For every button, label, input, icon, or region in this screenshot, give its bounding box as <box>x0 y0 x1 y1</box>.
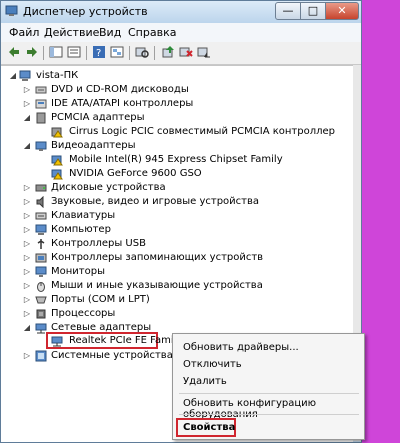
collapse-icon[interactable]: ◢ <box>23 142 31 150</box>
tree-item-label: Компьютер <box>51 224 111 235</box>
title-bar[interactable]: Диспетчер устройств — □ ✕ <box>1 1 361 23</box>
resources-view-icon[interactable] <box>110 45 124 59</box>
expand-icon[interactable]: ▷ <box>23 296 31 304</box>
expand-icon[interactable]: ▷ <box>23 86 31 94</box>
tree-root-label: vista-ПК <box>36 70 79 81</box>
collapse-icon[interactable]: ◢ <box>23 324 31 332</box>
scan-hardware-icon[interactable] <box>135 45 149 59</box>
computer-icon <box>35 224 47 235</box>
tree-child-label: Cirrus Logic PCIC совместимый PCMCIA кон… <box>69 126 335 137</box>
toolbar-separator <box>154 46 155 60</box>
expand-icon[interactable]: ▷ <box>23 254 31 262</box>
tree-item-label: DVD и CD-ROM дисководы <box>51 84 189 95</box>
menu-view[interactable]: Вид <box>99 26 121 39</box>
tree-item-label: Звуковые, видео и игровые устройства <box>51 196 260 207</box>
expand-icon[interactable]: ▷ <box>23 282 31 290</box>
toolbar-separator <box>86 46 87 60</box>
maximize-button[interactable]: □ <box>300 2 326 20</box>
collapse-icon[interactable]: ◢ <box>23 114 31 122</box>
mouse-icon <box>37 282 45 292</box>
tree-child-label: NVIDIA GeForce 9600 GSO <box>69 168 202 179</box>
tree-item-label: IDE ATA/ATAPI контроллеры <box>51 98 194 109</box>
tree-item-label: Видеоадаптеры <box>51 140 136 151</box>
sound-device-icon <box>36 196 44 208</box>
port-icon <box>35 296 47 304</box>
forward-arrow-icon[interactable] <box>25 45 39 59</box>
expand-icon[interactable]: ▷ <box>23 268 31 276</box>
usb-controller-icon <box>37 239 45 249</box>
tree-item-label: Порты (COM и LPT) <box>51 294 150 305</box>
toolbar: ? <box>1 42 361 65</box>
window-title: Диспетчер устройств <box>23 5 148 18</box>
keyboard-icon <box>35 212 47 220</box>
warning-device-icon <box>51 169 63 180</box>
tree-item-label: PCMCIA адаптеры <box>51 112 145 123</box>
dvd-drive-icon <box>35 86 47 94</box>
warning-device-icon <box>51 127 63 138</box>
ctx-uninstall[interactable]: Удалить <box>183 376 227 387</box>
tree-item-label: Системные устройства <box>51 350 173 361</box>
tree-child-label: Realtek PCIe FE Fami <box>69 335 174 346</box>
update-driver-icon[interactable] <box>161 45 175 59</box>
ctx-properties[interactable]: Свойства <box>183 422 235 433</box>
tree-item-label: Контроллеры запоминающих устройств <box>51 252 264 263</box>
tree-item-label: Процессоры <box>51 308 116 319</box>
tree-item-label: Дисковые устройства <box>51 182 166 193</box>
tree-child-label: Mobile Intel(R) 945 Express Chipset Fami… <box>69 154 283 165</box>
pcmcia-adapter-icon <box>36 112 46 124</box>
tree-item-label: Мыши и иные указывающие устройства <box>51 280 263 291</box>
expand-icon[interactable]: ▷ <box>23 198 31 206</box>
processor-icon <box>36 309 46 319</box>
disable-device-icon[interactable] <box>197 45 211 59</box>
menu-help[interactable]: Справка <box>128 26 176 39</box>
properties-panel-icon[interactable] <box>49 45 63 59</box>
close-button[interactable]: ✕ <box>325 2 359 20</box>
ctx-scan-hardware[interactable]: Обновить конфигурацию оборудования <box>183 398 364 420</box>
ctx-update-driver[interactable]: Обновить драйверы... <box>183 342 299 353</box>
tree-item-label: Контроллеры USB <box>51 238 146 249</box>
disk-drive-icon <box>35 184 47 192</box>
expand-icon[interactable]: ▷ <box>23 240 31 248</box>
svg-text:?: ? <box>96 48 101 59</box>
context-menu: Обновить драйверы... Отключить Удалить О… <box>172 333 365 440</box>
storage-controller-icon <box>35 253 47 263</box>
collapse-icon[interactable]: ◢ <box>9 72 17 80</box>
expand-icon[interactable]: ▷ <box>23 184 31 192</box>
toolbar-separator <box>129 46 130 60</box>
toolbar-separator <box>43 46 44 60</box>
computer-icon <box>19 70 31 81</box>
back-arrow-icon[interactable] <box>7 45 21 59</box>
minimize-button[interactable]: — <box>275 2 301 20</box>
help-icon[interactable]: ? <box>92 45 106 59</box>
warning-device-icon <box>51 155 63 166</box>
tree-item-label: Клавиатуры <box>51 210 116 221</box>
expand-icon[interactable]: ▷ <box>23 100 31 108</box>
expand-icon[interactable]: ▷ <box>23 310 31 318</box>
ide-controller-icon <box>35 99 47 109</box>
tree-item-label: Мониторы <box>51 266 105 277</box>
system-devices-icon <box>35 350 47 362</box>
expand-icon[interactable]: ▷ <box>23 352 31 360</box>
device-manager-icon <box>5 5 18 16</box>
uninstall-icon[interactable] <box>179 45 193 59</box>
display-adapter-icon <box>35 141 47 151</box>
menu-action[interactable]: Действие <box>44 26 99 39</box>
monitor-icon <box>35 266 47 277</box>
network-adapter-icon <box>51 336 63 347</box>
menu-bar: Файл Действие Вид Справка <box>1 23 361 42</box>
expand-icon[interactable]: ▷ <box>23 212 31 220</box>
menu-separator <box>179 393 359 394</box>
ctx-disable[interactable]: Отключить <box>183 359 242 370</box>
list-view-icon[interactable] <box>67 45 81 59</box>
menu-separator <box>179 414 359 415</box>
expand-icon[interactable]: ▷ <box>23 226 31 234</box>
menu-file[interactable]: Файл <box>9 26 39 39</box>
